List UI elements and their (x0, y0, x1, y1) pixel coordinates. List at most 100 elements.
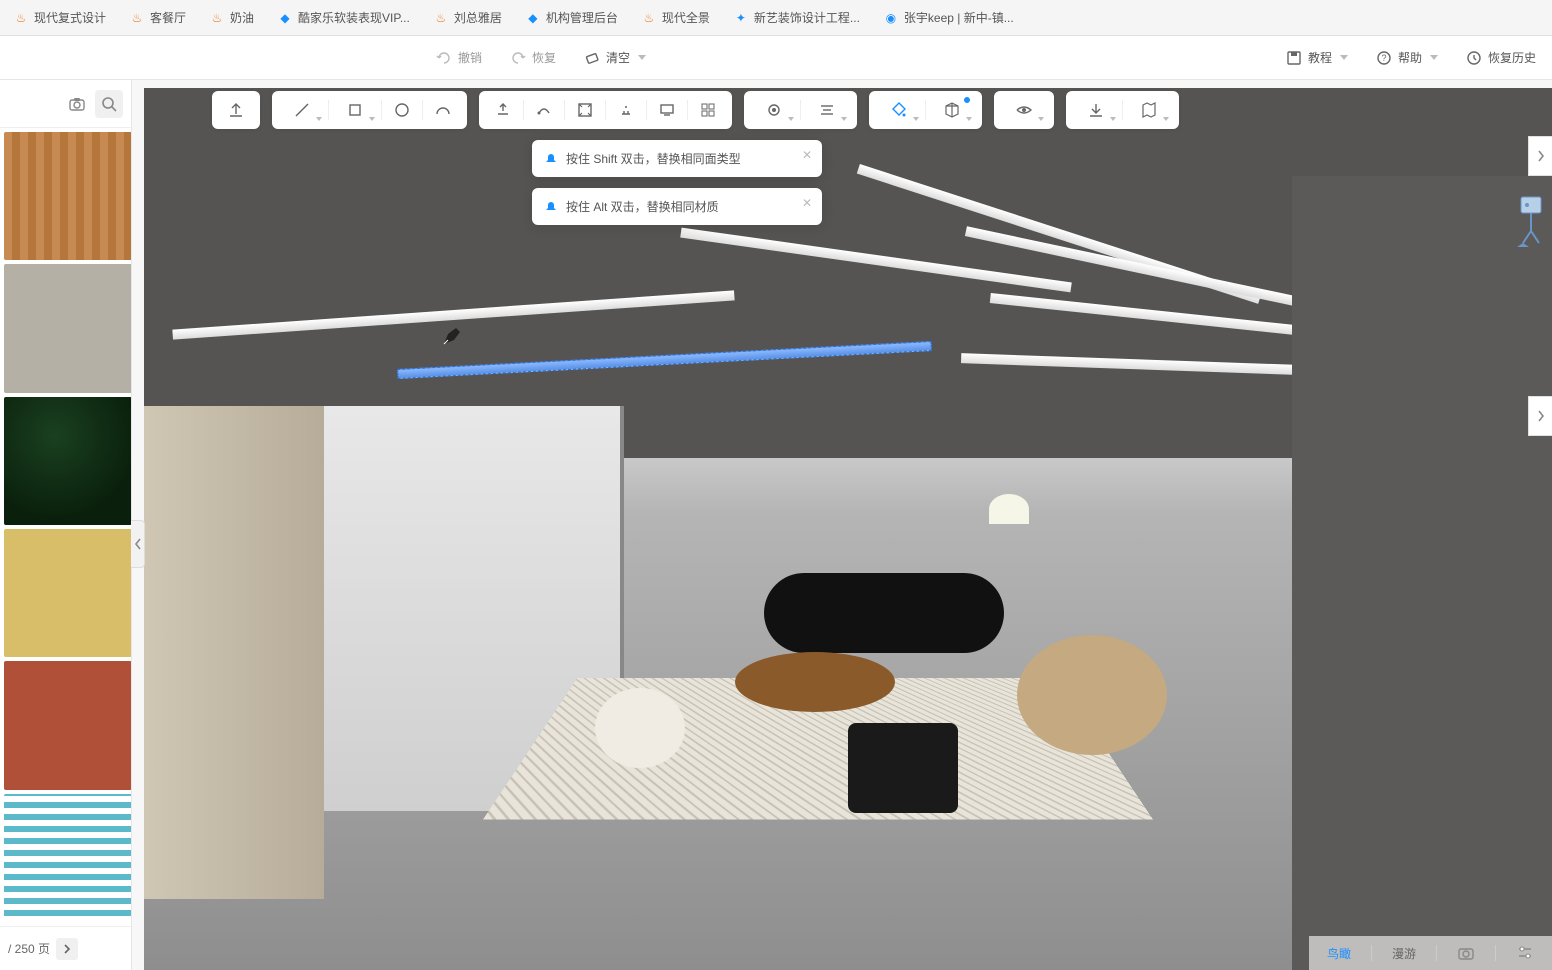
navigation-cube[interactable] (1512, 192, 1550, 252)
close-tip-button[interactable]: ✕ (802, 148, 812, 162)
undo-button[interactable]: 撤销 (436, 49, 482, 66)
bulb-icon: ✦ (734, 11, 748, 25)
3d-viewport[interactable] (144, 88, 1552, 970)
tab-kujiale-vip[interactable]: ◆ 酷家乐软装表现VIP... (272, 9, 416, 26)
rect-tool-button[interactable] (329, 91, 381, 129)
collapse-sidebar-button[interactable] (131, 520, 145, 568)
check-circle-icon: ◉ (884, 11, 898, 25)
settings-button[interactable] (1516, 944, 1534, 962)
material-tile[interactable] (4, 132, 131, 260)
redo-button[interactable]: 恢复 (510, 49, 556, 66)
material-tile[interactable] (4, 264, 131, 392)
search-button[interactable] (95, 90, 123, 118)
chevron-down-icon (1038, 117, 1044, 121)
expand-panel-button[interactable] (1528, 136, 1552, 176)
roam-label: 漫游 (1392, 945, 1416, 962)
curtain (144, 406, 324, 900)
tab-modern-pano[interactable]: ♨ 现代全景 (636, 9, 716, 26)
sweep-button[interactable] (524, 91, 564, 129)
tip-text: 按住 Alt 双击，替换相同材质 (566, 198, 719, 215)
tutorial-button[interactable]: 教程 (1286, 49, 1348, 66)
canvas-toolbar (212, 90, 1512, 130)
wall (1292, 176, 1552, 970)
search-icon (100, 95, 118, 113)
material-sidebar: / 250 页 (0, 80, 132, 970)
redo-label: 恢复 (532, 49, 556, 66)
help-label: 帮助 (1398, 49, 1422, 66)
tab-xinyi[interactable]: ✦ 新艺装饰设计工程... (728, 9, 866, 26)
cube-icon (943, 101, 961, 119)
fire-icon: ♨ (14, 11, 28, 25)
tab-label: 现代全景 (662, 9, 710, 26)
screen-button[interactable] (647, 91, 687, 129)
help-button[interactable]: ? 帮助 (1376, 49, 1438, 66)
chair (848, 723, 958, 813)
chevron-left-icon (134, 538, 142, 550)
bell-icon (544, 152, 558, 166)
notification-dot (964, 97, 970, 103)
align-button[interactable] (801, 91, 853, 129)
light-button[interactable] (606, 91, 646, 129)
download-button[interactable] (1070, 91, 1122, 129)
diamond-icon: ◆ (278, 11, 292, 25)
extrude-button[interactable] (483, 91, 523, 129)
arc-tool-button[interactable] (423, 91, 463, 129)
tab-label: 机构管理后台 (546, 9, 618, 26)
camera-button[interactable] (63, 90, 91, 118)
tab-living-dining[interactable]: ♨ 客餐厅 (124, 9, 192, 26)
monitor-icon (658, 101, 676, 119)
chevron-right-icon (1537, 410, 1545, 422)
birdview-label: 鸟瞰 (1327, 945, 1351, 962)
visibility-button[interactable] (998, 91, 1050, 129)
material-tile[interactable] (4, 397, 131, 525)
next-page-button[interactable] (56, 938, 78, 960)
fire-icon: ♨ (434, 11, 448, 25)
line-tool-button[interactable] (276, 91, 328, 129)
eraser-icon (584, 50, 600, 66)
material-tool-button[interactable] (873, 91, 925, 129)
close-tip-button[interactable]: ✕ (802, 196, 812, 210)
tip-alt: 按住 Alt 双击，替换相同材质 ✕ (532, 188, 822, 225)
tab-modern-duplex[interactable]: ♨ 现代复式设计 (8, 9, 112, 26)
tab-cream[interactable]: ♨ 奶油 (204, 9, 260, 26)
map-icon (1140, 101, 1158, 119)
floor-lamp (989, 494, 1029, 524)
map-button[interactable] (1123, 91, 1175, 129)
bell-icon (544, 200, 558, 214)
fire-icon: ♨ (130, 11, 144, 25)
chevron-down-icon (966, 117, 972, 121)
tab-zhangyu-keep[interactable]: ◉ 张宇keep | 新中-镇... (878, 9, 1020, 26)
undo-label: 撤销 (458, 49, 482, 66)
tab-label: 张宇keep | 新中-镇... (904, 9, 1014, 26)
material-tile[interactable] (4, 661, 131, 789)
sliders-icon (1516, 944, 1534, 962)
upload-button[interactable] (216, 91, 256, 129)
roam-button[interactable]: 漫游 (1392, 945, 1416, 962)
history-button[interactable]: 恢复历史 (1466, 49, 1536, 66)
paint-cursor-icon (442, 326, 460, 344)
expand-panel-button-2[interactable] (1528, 396, 1552, 436)
chevron-down-icon (1430, 55, 1438, 60)
camera-tool-button[interactable] (748, 91, 800, 129)
clear-button[interactable]: 清空 (584, 49, 646, 66)
search-input[interactable] (8, 97, 59, 111)
grid-button[interactable] (688, 91, 728, 129)
chevron-down-icon (638, 55, 646, 60)
sweep-icon (535, 101, 553, 119)
square-icon (346, 101, 364, 119)
tab-liu-residence[interactable]: ♨ 刘总雅居 (428, 9, 508, 26)
nav-cube-icon (1513, 195, 1549, 249)
tab-label: 现代复式设计 (34, 9, 106, 26)
birdview-button[interactable]: 鸟瞰 (1327, 945, 1351, 962)
diamond-icon: ◆ (526, 11, 540, 25)
chevron-down-icon (316, 117, 322, 121)
cube-tool-button[interactable] (926, 91, 978, 129)
circle-tool-button[interactable] (382, 91, 422, 129)
area-button[interactable] (565, 91, 605, 129)
eye-icon (1015, 101, 1033, 119)
material-tile[interactable] (4, 529, 131, 657)
snapshot-button[interactable] (1457, 944, 1475, 962)
material-tile[interactable] (4, 794, 131, 922)
chevron-right-icon (62, 944, 72, 954)
tab-admin[interactable]: ◆ 机构管理后台 (520, 9, 624, 26)
